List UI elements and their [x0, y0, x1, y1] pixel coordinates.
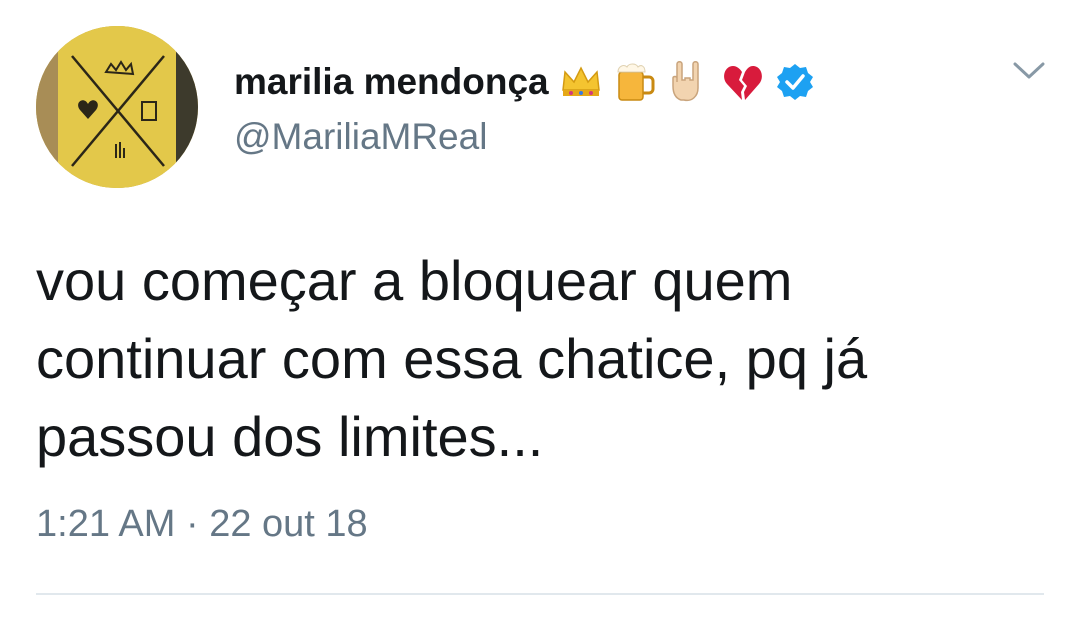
rock-hand-emoji — [667, 60, 711, 104]
chevron-down-icon[interactable] — [1010, 56, 1048, 86]
tweet-timestamp[interactable]: 1:21 AM · 22 out 18 — [36, 503, 368, 546]
author-handle[interactable]: @MariliaMReal — [234, 116, 487, 158]
beer-mug-emoji — [613, 60, 657, 104]
crown-emoji — [559, 60, 603, 104]
display-name[interactable]: marilia mendonça — [234, 61, 549, 103]
divider — [36, 593, 1044, 595]
tweet-text: vou começar a bloquear quem continuar co… — [36, 249, 868, 468]
author-avatar[interactable] — [36, 26, 198, 188]
broken-heart-emoji — [721, 60, 765, 104]
author-name-row[interactable]: marilia mendonça — [234, 54, 815, 110]
verified-badge-icon — [775, 62, 815, 102]
